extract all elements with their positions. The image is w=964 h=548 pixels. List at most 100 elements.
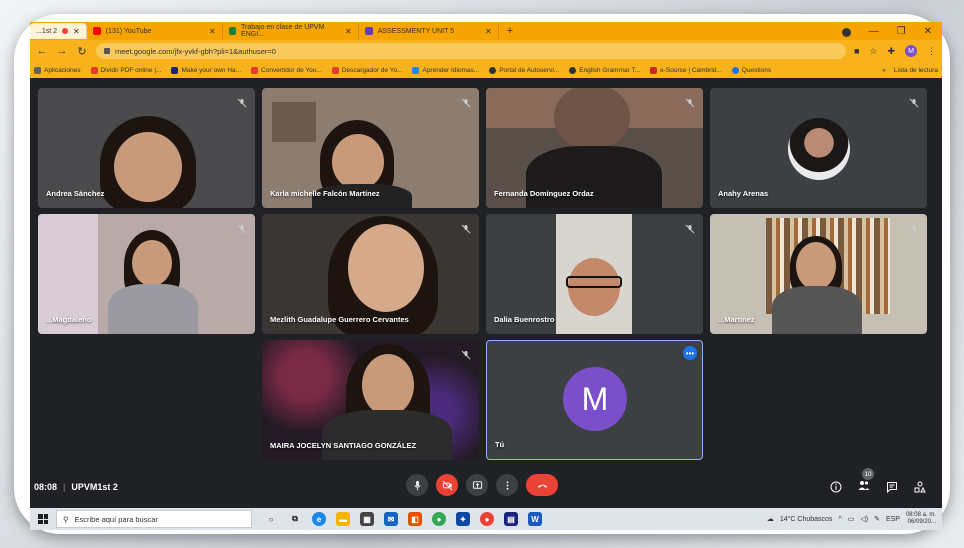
mic-off-icon	[909, 95, 919, 108]
forward-icon[interactable]: →	[56, 45, 68, 57]
participant-body	[526, 146, 662, 208]
puzzle-icon[interactable]: ✚	[887, 46, 895, 57]
new-tab-button[interactable]: +	[499, 25, 521, 37]
info-icon[interactable]	[830, 481, 842, 493]
reading-list[interactable]: Lista de lectura	[894, 67, 938, 74]
separator: |	[63, 482, 66, 492]
more-options-icon[interactable]: •••	[683, 346, 697, 360]
participant-tile[interactable]: MAIRA JOCELYN SANTIAGO GONZÁLEZ	[262, 340, 479, 460]
camera-indicator-icon[interactable]: ■	[854, 46, 859, 56]
start-button[interactable]	[30, 508, 56, 530]
participant-tile[interactable]: ...Martínez	[710, 214, 927, 334]
participant-face	[114, 132, 182, 202]
bookmarks-more[interactable]: »	[882, 67, 886, 74]
search-placeholder: Escribe aquí para buscar	[74, 514, 158, 524]
menu-kebab-icon[interactable]: ⋮	[927, 46, 936, 57]
mail-icon[interactable]: ✉	[384, 512, 398, 526]
tab-youtube[interactable]: (131) YouTube ✕	[87, 23, 223, 39]
tab-classroom[interactable]: Trabajo en clase de UPVM ENGI... ✕	[223, 23, 359, 39]
app-icon[interactable]: ▤	[504, 512, 518, 526]
participant-tile[interactable]: Fernanda Domínguez Ordaz	[486, 88, 703, 208]
bookmark-item[interactable]: Portal de Autoservi...	[489, 66, 559, 74]
profile-avatar[interactable]: M	[905, 45, 917, 57]
maximize-icon[interactable]: ❐	[897, 26, 906, 37]
call-controls	[406, 474, 558, 496]
participant-tile[interactable]: Dalia Buenrostro	[486, 214, 703, 334]
participant-tile[interactable]: ...Magdaleno	[38, 214, 255, 334]
participant-name: Mezlith Guadalupe Guerrero Cervantes	[270, 315, 409, 324]
participant-tile[interactable]: Karla michelle Falcón Martínez	[262, 88, 479, 208]
cortana-icon[interactable]: ○	[264, 512, 278, 526]
bookmark-item[interactable]: Make your own Ha...	[171, 66, 241, 74]
more-button[interactable]	[496, 474, 518, 496]
close-tab-icon[interactable]: ✕	[345, 27, 352, 36]
participant-name: Anahy Arenas	[718, 189, 769, 198]
participant-face	[348, 224, 424, 312]
chrome-profile-icon[interactable]: ●	[480, 512, 494, 526]
system-tray: ☁ 14°C Chubascos ^ ▭ ◁) ✎ ESP 08:08 a. m…	[767, 512, 942, 526]
close-tab-icon[interactable]: ✕	[73, 27, 80, 36]
bookmark-favicon-icon	[731, 66, 739, 74]
star-icon[interactable]: ☆	[869, 46, 877, 57]
profile-dot-icon[interactable]	[841, 27, 851, 37]
mic-off-icon	[461, 95, 471, 108]
weather-icon: ☁	[766, 516, 774, 523]
participant-tile[interactable]: Mezlith Guadalupe Guerrero Cervantes	[262, 214, 479, 334]
minimize-icon[interactable]: —	[869, 26, 879, 37]
bookmark-item[interactable]: Convertidor de You...	[251, 66, 322, 74]
tab-label: (131) YouTube	[105, 27, 152, 35]
self-tile[interactable]: M ••• Tú	[486, 340, 703, 460]
language-indicator[interactable]: ESP	[886, 516, 900, 523]
bookmark-favicon-icon	[251, 66, 259, 74]
people-button[interactable]: 10	[858, 468, 874, 496]
bookmarks-right: » Lista de lectura	[882, 67, 938, 74]
volume-icon[interactable]: ◁)	[860, 515, 868, 523]
network-icon[interactable]: ▭	[848, 515, 855, 523]
participant-name: Andrea Sánchez	[46, 189, 105, 198]
edge-icon[interactable]: e	[312, 512, 326, 526]
file-explorer-icon[interactable]: ▬	[336, 512, 350, 526]
meeting-time: 08:08	[34, 482, 58, 492]
back-icon[interactable]: ←	[36, 45, 48, 57]
close-tab-icon[interactable]: ✕	[209, 27, 216, 36]
url-field[interactable]: meet.google.com/jfx-yvkf-gbh?pli=1&authu…	[96, 43, 846, 59]
word-icon[interactable]: W	[528, 512, 542, 526]
microphone-button[interactable]	[406, 474, 428, 496]
close-window-icon[interactable]: ✕	[924, 26, 932, 37]
pen-icon[interactable]: ✎	[874, 515, 880, 523]
chrome-icon[interactable]: ●	[432, 512, 446, 526]
bookmark-item[interactable]: Aplicaciones	[34, 66, 81, 74]
chat-icon[interactable]	[886, 481, 898, 493]
app-icon[interactable]: ✦	[456, 512, 470, 526]
chevron-up-icon[interactable]: ^	[838, 516, 841, 523]
bookmark-item[interactable]: English Grammar T...	[569, 66, 640, 74]
participant-tile[interactable]: Anahy Arenas	[710, 88, 927, 208]
reload-icon[interactable]: ↻	[76, 45, 88, 58]
taskbar-clock[interactable]: 08:08 a. m. 06/09/20...	[906, 512, 936, 526]
leave-call-button[interactable]	[526, 474, 558, 496]
participant-name: ...Martínez	[718, 315, 755, 324]
meeting-details: 08:08 | UPVM1st 2	[34, 482, 118, 492]
camera-off-button[interactable]	[436, 474, 458, 496]
activities-icon[interactable]	[914, 481, 926, 493]
bookmark-favicon-icon	[650, 66, 658, 74]
close-tab-icon[interactable]: ✕	[485, 27, 492, 36]
participant-face	[362, 354, 414, 416]
mic-off-icon	[685, 95, 695, 108]
tab-assessment[interactable]: ASSESSMENTY UNIT 5 ✕	[359, 23, 499, 39]
bookmark-favicon-icon	[412, 66, 420, 74]
taskbar-search[interactable]: ⚲ Escribe aquí para buscar	[56, 510, 252, 528]
bookmark-item[interactable]: Dividir PDF online |...	[90, 66, 161, 74]
bookmark-item[interactable]: Aprender Idiomas...	[412, 66, 479, 74]
office-icon[interactable]: ◧	[408, 512, 422, 526]
weather-text[interactable]: 14°C Chubascos	[780, 516, 833, 523]
present-button[interactable]	[466, 474, 488, 496]
participant-tile[interactable]: Andrea Sánchez	[38, 88, 255, 208]
tab-meet[interactable]: ...1st 2 ✕	[30, 23, 87, 39]
bookmark-item[interactable]: Descargador de Yo...	[331, 66, 402, 74]
store-icon[interactable]: ▦	[360, 512, 374, 526]
bookmark-item[interactable]: e-Source | Cambrid...	[650, 66, 722, 74]
task-view-icon[interactable]: ⧉	[288, 512, 302, 526]
bookmark-item[interactable]: Questions	[731, 66, 771, 74]
bookmark-favicon-icon	[331, 66, 339, 74]
